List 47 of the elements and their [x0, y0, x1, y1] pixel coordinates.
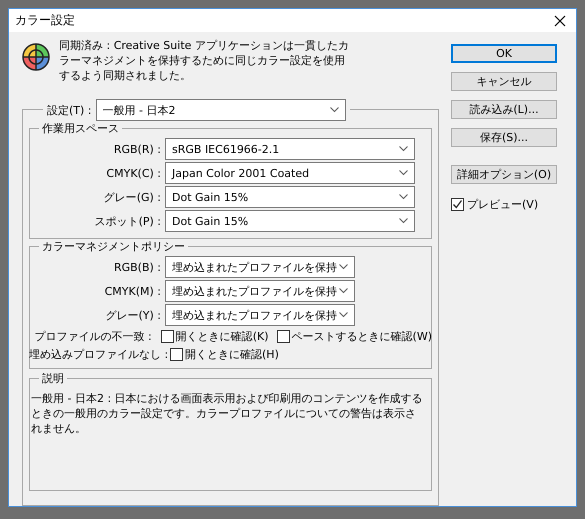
dialog-button[interactable]: 読み込み(L)...	[451, 100, 557, 119]
color-wheel-icon	[21, 42, 51, 72]
field-label: グレー(G) :	[102, 190, 162, 204]
chevron-icon	[339, 264, 348, 270]
chevron-icon	[339, 288, 348, 294]
field-label: 埋め込みプロファイルなし :	[29, 347, 165, 362]
checkbox[interactable]	[170, 348, 183, 361]
dropdown[interactable]: Japan Color 2001 Coated	[165, 162, 415, 184]
field-label: プロファイルの不一致 :	[34, 329, 153, 344]
chevron-icon	[339, 312, 348, 318]
chevron-icon	[399, 218, 408, 224]
settings-dropdown[interactable]: 一般用 - 日本2	[96, 99, 346, 121]
window-title: カラー設定	[15, 13, 75, 28]
checkbox[interactable]	[160, 330, 174, 343]
field-label: RGB(R) :	[112, 142, 162, 156]
checkbox-label: プレビュー(V)	[467, 197, 538, 212]
checkbox[interactable]	[451, 198, 464, 211]
chevron-icon	[399, 194, 408, 200]
close-icon[interactable]	[554, 14, 566, 26]
chevron-icon	[399, 146, 408, 152]
sync-message: 同期済み : Creative Suite アプリケーションは一貫したカラーマネジメントを保持するために同じカラー設定を使用するよう同期されました。	[59, 38, 350, 84]
field-label: CMYK(M) :	[104, 284, 162, 298]
chevron-icon	[399, 170, 408, 176]
dialog-button[interactable]: 保存(S)...	[451, 128, 557, 147]
dropdown[interactable]: 埋め込まれたプロファイルを保持	[165, 304, 355, 326]
dropdown[interactable]: 埋め込まれたプロファイルを保持	[165, 280, 355, 302]
dropdown[interactable]: Dot Gain 15%	[165, 186, 415, 208]
description-text: 一般用 - 日本2 : 日本における画面表示用および印刷用のコンテンツを作成するときの一般用のカラー設定です。カラープロファイルについての警告は表示されません。	[30, 391, 424, 436]
chevron-icon	[330, 107, 339, 113]
dialog-button[interactable]: キャンセル	[451, 72, 557, 91]
group-title: 説明	[39, 371, 67, 386]
group-title: カラーマネジメントポリシー	[39, 239, 188, 254]
group-title: 作業用スペース	[39, 121, 122, 136]
checkbox[interactable]	[276, 330, 290, 343]
dialog-button[interactable]: 詳細オプション(O)	[451, 165, 557, 184]
dropdown[interactable]: sRGB IEC61966-2.1	[165, 138, 415, 160]
checkbox-label: 開くときに確認(K)	[176, 329, 269, 344]
dropdown[interactable]: Dot Gain 15%	[165, 210, 415, 232]
field-label: スポット(P) :	[94, 214, 162, 228]
field-label: グレー(Y) :	[104, 308, 162, 322]
dropdown[interactable]: 埋め込まれたプロファイルを保持	[165, 256, 355, 278]
settings-label: 設定(T) :	[47, 102, 92, 118]
field-label: RGB(B) :	[112, 260, 162, 274]
checkbox-label: 開くときに確認(H)	[185, 347, 279, 362]
checkbox-label: ペーストするときに確認(W)	[292, 329, 432, 344]
dialog-button[interactable]: OK	[451, 44, 557, 63]
field-label: CMYK(C) :	[105, 166, 162, 180]
